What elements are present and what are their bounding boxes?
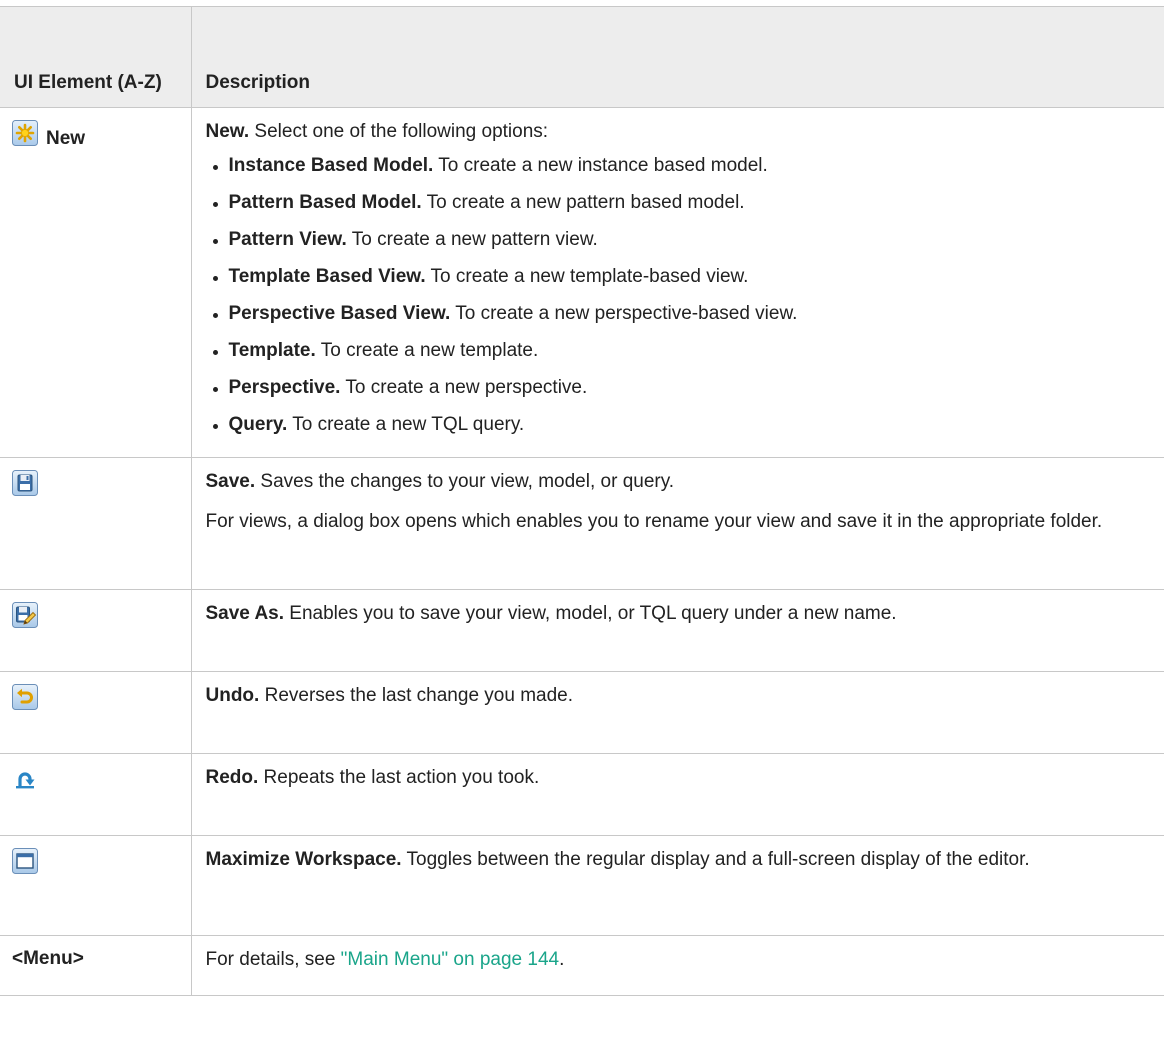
description-cell-undo: Undo. Reverses the last change you made. bbox=[190, 671, 1164, 754]
save-description: Save. Saves the changes to your view, mo… bbox=[206, 469, 1151, 495]
undo-icon[interactable] bbox=[12, 684, 38, 710]
redo-icon[interactable] bbox=[12, 766, 38, 792]
description-cell-maximize: Maximize Workspace. Toggles between the … bbox=[190, 835, 1164, 936]
description-cell-save: Save. Saves the changes to your view, mo… bbox=[190, 457, 1164, 590]
menu-description: For details, see "Main Menu" on page 144… bbox=[206, 947, 1151, 973]
redo-bold: Redo. bbox=[205, 767, 259, 788]
option-text: To create a new template-based view. bbox=[425, 266, 749, 287]
description-cell-redo: Redo. Repeats the last action you took. bbox=[190, 753, 1164, 836]
option-name: Pattern View. bbox=[228, 229, 347, 250]
new-star-icon[interactable] bbox=[12, 120, 38, 146]
option-name: Instance Based Model. bbox=[228, 155, 434, 176]
new-text: Select one of the following options: bbox=[249, 121, 549, 142]
description-cell-new: New. Select one of the following options… bbox=[190, 107, 1164, 458]
redo-text: Repeats the last action you took. bbox=[258, 767, 540, 788]
main-menu-link[interactable]: "Main Menu" on page 144 bbox=[341, 949, 559, 970]
option-text: To create a new perspective. bbox=[340, 377, 588, 398]
maximize-text: Toggles between the regular display and … bbox=[401, 849, 1030, 870]
menu-text-before: For details, see bbox=[205, 949, 341, 970]
save-extra-description: For views, a dialog box opens which enab… bbox=[205, 511, 1103, 532]
save-text: Saves the changes to your view, model, o… bbox=[255, 471, 675, 492]
table-row-undo: Undo. Reverses the last change you made. bbox=[0, 671, 1164, 754]
save-floppy-icon[interactable] bbox=[12, 470, 38, 496]
list-item: Pattern Based Model. To create a new pat… bbox=[206, 190, 1151, 216]
list-item: Template Based View. To create a new tem… bbox=[206, 264, 1151, 290]
element-cell-undo bbox=[0, 671, 192, 754]
maximize-workspace-icon[interactable] bbox=[12, 848, 38, 874]
new-bold: New. bbox=[205, 121, 250, 142]
redo-description: Redo. Repeats the last action you took. bbox=[206, 765, 1151, 791]
element-cell-save-as bbox=[0, 589, 192, 672]
undo-text: Reverses the last change you made. bbox=[259, 685, 574, 706]
save-as-description: Save As. Enables you to save your view, … bbox=[206, 601, 1151, 627]
element-cell-redo bbox=[0, 753, 192, 836]
description-cell-save-as: Save As. Enables you to save your view, … bbox=[190, 589, 1164, 672]
option-text: To create a new template. bbox=[315, 340, 539, 361]
header-ui-element: UI Element (A-Z) bbox=[0, 6, 192, 108]
table-row-save-as: Save As. Enables you to save your view, … bbox=[0, 589, 1164, 672]
list-item: Pattern View. To create a new pattern vi… bbox=[206, 227, 1151, 253]
maximize-description: Maximize Workspace. Toggles between the … bbox=[206, 847, 1151, 873]
element-cell-new: New bbox=[0, 107, 192, 458]
list-item: Template. To create a new template. bbox=[206, 338, 1151, 364]
option-name: Perspective. bbox=[228, 377, 341, 398]
header-description: Description bbox=[190, 6, 1164, 108]
undo-description: Undo. Reverses the last change you made. bbox=[206, 683, 1151, 709]
option-text: To create a new pattern view. bbox=[346, 229, 598, 250]
new-options-list: Instance Based Model. To create a new in… bbox=[206, 153, 1151, 438]
table-row-new: New New. Select one of the following opt… bbox=[0, 107, 1164, 458]
element-cell-menu: <Menu> bbox=[0, 935, 192, 996]
option-text: To create a new instance based model. bbox=[433, 155, 768, 176]
table-header-row: UI Element (A-Z) Description bbox=[0, 6, 1164, 108]
save-bold: Save. bbox=[205, 471, 256, 492]
table-row-save: Save. Saves the changes to your view, mo… bbox=[0, 457, 1164, 590]
table-row-maximize: Maximize Workspace. Toggles between the … bbox=[0, 835, 1164, 936]
option-name: Pattern Based Model. bbox=[228, 192, 422, 213]
save-as-icon[interactable] bbox=[12, 602, 38, 628]
list-item: Perspective Based View. To create a new … bbox=[206, 301, 1151, 327]
new-description: New. Select one of the following options… bbox=[206, 119, 1151, 145]
undo-bold: Undo. bbox=[205, 685, 260, 706]
list-item: Query. To create a new TQL query. bbox=[206, 412, 1151, 438]
option-text: To create a new pattern based model. bbox=[421, 192, 745, 213]
element-cell-save bbox=[0, 457, 192, 590]
table-row-menu: <Menu> For details, see "Main Menu" on p… bbox=[0, 935, 1164, 996]
table-row-redo: Redo. Repeats the last action you took. bbox=[0, 753, 1164, 836]
element-cell-maximize bbox=[0, 835, 192, 936]
maximize-bold: Maximize Workspace. bbox=[205, 849, 402, 870]
save-as-bold: Save As. bbox=[205, 603, 285, 624]
option-name: Template Based View. bbox=[228, 266, 426, 287]
list-item: Perspective. To create a new perspective… bbox=[206, 375, 1151, 401]
new-label: New bbox=[46, 128, 86, 149]
option-text: To create a new TQL query. bbox=[287, 414, 525, 435]
list-item: Instance Based Model. To create a new in… bbox=[206, 153, 1151, 179]
option-name: Template. bbox=[228, 340, 316, 361]
menu-label: <Menu> bbox=[12, 948, 84, 969]
option-name: Query. bbox=[228, 414, 288, 435]
description-cell-menu: For details, see "Main Menu" on page 144… bbox=[190, 935, 1164, 996]
option-name: Perspective Based View. bbox=[228, 303, 451, 324]
ui-elements-table: UI Element (A-Z) Description New New. Se… bbox=[0, 6, 1164, 996]
save-as-text: Enables you to save your view, model, or… bbox=[284, 603, 897, 624]
menu-text-after: . bbox=[559, 949, 565, 970]
option-text: To create a new perspective-based view. bbox=[450, 303, 798, 324]
